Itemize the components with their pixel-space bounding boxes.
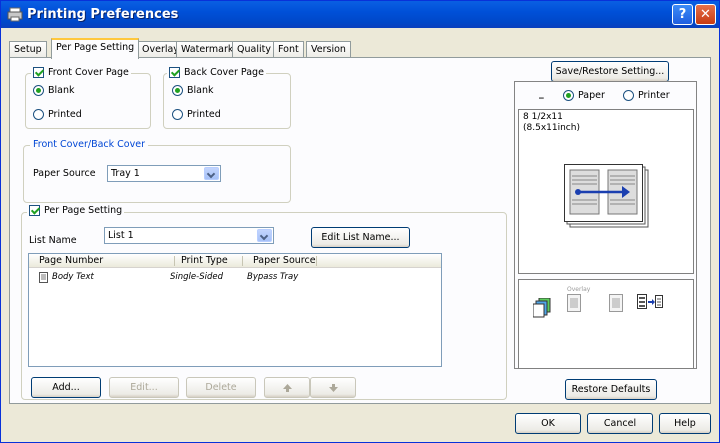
front-cover-check[interactable]	[33, 67, 44, 78]
delete-button[interactable]: Delete	[186, 377, 256, 398]
tab-font[interactable]: Font	[273, 41, 304, 58]
per-page-checkbox[interactable]: Per Page Setting	[27, 205, 125, 216]
chevron-down-icon[interactable]	[204, 167, 219, 180]
watermark-page-icon	[609, 294, 623, 312]
list-header: Page Number Print Type Paper Source	[29, 254, 441, 268]
tab-quality[interactable]: Quality	[232, 41, 276, 58]
col-paper-source[interactable]: Paper Source	[253, 255, 316, 266]
back-blank-radio[interactable]: Blank	[172, 85, 214, 96]
save-restore-button[interactable]: Save/Restore Setting...	[551, 61, 669, 82]
front-cover-group	[25, 73, 151, 129]
printer-view-radio[interactable]: Printer	[623, 90, 670, 101]
minimize-preview-icon[interactable]: _	[539, 88, 544, 99]
duplex-pages-icon	[564, 164, 649, 228]
row-print-type: Single-Sided	[170, 272, 223, 282]
list-name-label: List Name	[29, 235, 77, 246]
stacked-pages-icon	[533, 298, 551, 318]
add-button[interactable]: Add...	[31, 377, 101, 398]
chevron-down-icon[interactable]	[257, 229, 272, 242]
edit-list-name-button[interactable]: Edit List Name...	[311, 227, 410, 248]
printer-icon	[7, 7, 23, 22]
overlay-label: Overlay	[567, 286, 591, 293]
front-blank-radio[interactable]: Blank	[33, 85, 75, 96]
help-button[interactable]: Help	[659, 413, 711, 434]
front-printed-radio[interactable]: Printed	[33, 109, 82, 120]
paper-view-radio-dot[interactable]	[563, 90, 574, 101]
per-page-check[interactable]	[29, 205, 40, 216]
window-title: Printing Preferences	[27, 7, 179, 22]
page-icon	[39, 272, 48, 283]
arrow-down-icon	[328, 383, 338, 392]
front-printed-radio-dot[interactable]	[33, 109, 44, 120]
printer-view-radio-dot[interactable]	[623, 90, 634, 101]
list-item[interactable]: Body Text Single-Sided Bypass Tray	[29, 271, 441, 285]
arrow-up-icon	[282, 383, 292, 392]
title-bar[interactable]: Printing Preferences ? ✕	[1, 1, 719, 28]
printing-preferences-window: Printing Preferences ? ✕ Setup Per Page …	[0, 0, 720, 443]
list-name-value: List 1	[108, 230, 134, 241]
page-list[interactable]: Page Number Print Type Paper Source Body…	[28, 253, 442, 367]
tab-setup[interactable]: Setup	[9, 41, 47, 58]
tab-watermark[interactable]: Watermark	[176, 41, 239, 58]
ok-button[interactable]: OK	[515, 413, 581, 434]
move-down-button[interactable]	[310, 377, 356, 398]
finishing-preview: Overlay	[518, 279, 694, 369]
front-cover-checkbox[interactable]: Front Cover Page	[31, 67, 131, 78]
help-title-button[interactable]: ?	[672, 4, 693, 25]
list-name-select[interactable]: List 1	[104, 227, 274, 244]
tab-per-page-setting[interactable]: Per Page Setting	[51, 38, 140, 59]
front-blank-radio-dot[interactable]	[33, 85, 44, 96]
back-cover-checkbox[interactable]: Back Cover Page	[167, 67, 266, 78]
overlay-page-icon	[567, 294, 581, 312]
row-page-number: Body Text	[52, 272, 94, 282]
paper-source-select[interactable]: Tray 1	[107, 165, 221, 182]
paper-source-label: Paper Source	[33, 168, 96, 179]
paper-view-radio[interactable]: Paper	[563, 90, 605, 101]
paper-source-value: Tray 1	[111, 168, 140, 179]
tab-version[interactable]: Version	[306, 41, 351, 58]
back-cover-check[interactable]	[169, 67, 180, 78]
back-printed-radio-dot[interactable]	[172, 109, 183, 120]
back-blank-radio-dot[interactable]	[172, 85, 183, 96]
back-printed-radio[interactable]: Printed	[172, 109, 221, 120]
copy-to-page-icon	[637, 294, 663, 309]
cancel-button[interactable]: Cancel	[587, 413, 653, 434]
move-up-button[interactable]	[264, 377, 310, 398]
back-cover-group	[163, 73, 291, 129]
col-page-number[interactable]: Page Number	[39, 255, 103, 266]
row-paper-source: Bypass Tray	[247, 272, 299, 282]
paper-preview: 8 1/2x11 (8.5x11inch)	[518, 109, 694, 274]
restore-defaults-button[interactable]: Restore Defaults	[565, 379, 657, 400]
paper-size: 8 1/2x11	[523, 112, 563, 122]
paper-size-inch: (8.5x11inch)	[523, 123, 580, 133]
col-print-type[interactable]: Print Type	[181, 255, 228, 266]
cover-source-group-title: Front Cover/Back Cover	[30, 139, 148, 150]
edit-button[interactable]: Edit...	[109, 377, 179, 398]
close-title-button[interactable]: ✕	[695, 4, 716, 25]
